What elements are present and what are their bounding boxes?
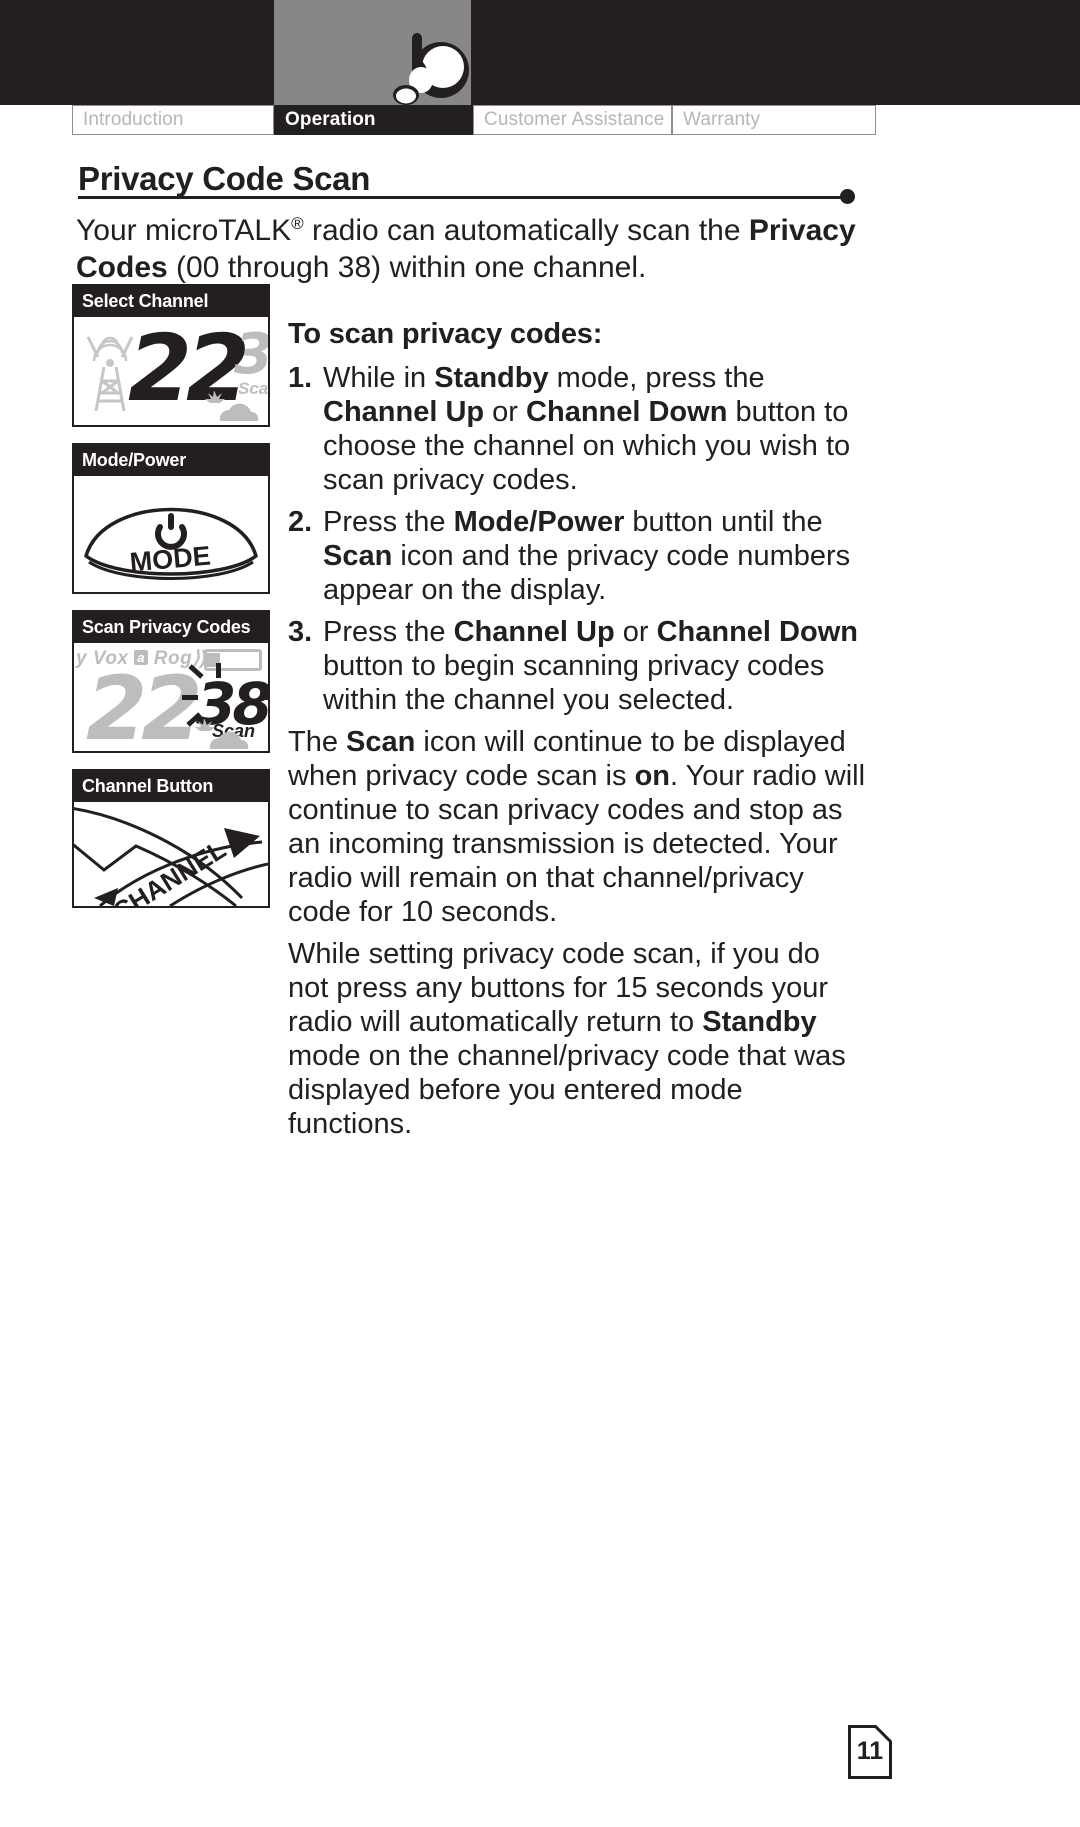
channel-button-illustration: CHANNEL xyxy=(74,802,268,906)
instruction-step: 1. While in Standby mode, press the Chann… xyxy=(288,361,868,497)
intro-paragraph: Your microTALK® radio can automatically … xyxy=(76,205,876,286)
weather-cloud-icon xyxy=(205,391,259,421)
brand-logo-icon xyxy=(393,33,469,105)
body-text: or xyxy=(484,396,527,428)
instruction-step: 3. Press the Channel Up or Channel Down b… xyxy=(288,615,868,717)
body-text: or xyxy=(614,616,657,648)
instructions-column: To scan privacy codes: 1. While in Standb… xyxy=(288,318,868,1149)
battery-icon xyxy=(204,649,262,671)
figure-caption-mode-power: Mode/Power xyxy=(74,445,268,476)
tab-introduction[interactable]: Introduction xyxy=(72,105,274,135)
section-tabs[interactable]: Introduction Operation Customer Assistan… xyxy=(72,105,876,135)
body-text: button to begin scanning privacy codes w… xyxy=(323,650,825,716)
figure-column: Select Channel 22 38 Scan xyxy=(72,284,270,924)
tab-customer-assistance[interactable]: Customer Assistance xyxy=(473,105,672,135)
tab-warranty[interactable]: Warranty xyxy=(672,105,876,135)
body-text: While in xyxy=(323,362,435,394)
emphasis-text: Channel Up xyxy=(453,616,615,648)
tab-operation[interactable]: Operation xyxy=(274,105,473,135)
figure-mode-power: Mode/Power MODE xyxy=(72,443,270,594)
instruction-paragraph: The Scan icon will continue to be displa… xyxy=(288,725,868,929)
instruction-steps: 1. While in Standby mode, press the Chann… xyxy=(288,361,868,717)
intro-mid: radio can automatically scan the xyxy=(303,214,749,247)
step-number: 1. xyxy=(288,362,313,394)
figure-caption-channel-button: Channel Button xyxy=(74,771,268,802)
blink-mark-right xyxy=(260,695,268,700)
figure-channel-button: Channel Button CHANNEL xyxy=(72,769,270,908)
title-rule-dot xyxy=(840,189,855,204)
page-number-badge: 11 xyxy=(848,1725,892,1779)
emphasis-text: Scan xyxy=(346,726,416,758)
intro-lead: Your microTALK xyxy=(76,214,292,247)
emphasis-text: Channel Down xyxy=(656,616,858,648)
emphasis-text: Mode/Power xyxy=(453,506,625,538)
blink-mark-top xyxy=(216,663,221,678)
page-number-value: 11 xyxy=(856,1737,884,1765)
lcd-scan-privacy-codes: y Vox a Rog⟩) 22 38 Scan xyxy=(74,643,268,751)
emphasis-text: Channel Up xyxy=(323,396,485,428)
instruction-step: 2. Press the Mode/Power button until the … xyxy=(288,505,868,607)
lcd-select-channel: 22 38 Scan xyxy=(74,317,268,425)
emphasis-text: Scan xyxy=(323,540,393,572)
instructions-heading: To scan privacy codes: xyxy=(288,318,603,350)
weather-cloud-icon xyxy=(195,719,249,749)
lcd-privacy-code: 38 xyxy=(234,322,268,387)
emphasis-text: on xyxy=(634,760,670,792)
emphasis-text: Standby xyxy=(434,362,549,394)
figure-select-channel: Select Channel 22 38 Scan xyxy=(72,284,270,427)
mode-power-illustration: MODE xyxy=(74,476,268,592)
title-rule xyxy=(78,196,848,199)
body-text: Press the xyxy=(323,616,454,648)
step-number: 2. xyxy=(288,506,313,538)
body-text: button until the xyxy=(624,506,823,538)
header-band xyxy=(0,0,1080,105)
blink-mark-left xyxy=(182,695,198,700)
instruction-paragraphs: The Scan icon will continue to be displa… xyxy=(288,725,868,1141)
step-number: 3. xyxy=(288,616,313,648)
instruction-paragraph: While setting privacy code scan, if you … xyxy=(288,937,868,1141)
body-text: mode on the channel/privacy code that wa… xyxy=(288,1040,846,1140)
body-text: The xyxy=(288,726,347,758)
intro-tail: (00 through 38) within one channel. xyxy=(167,251,647,284)
figure-scan-privacy-codes: Scan Privacy Codes y Vox a Rog⟩) 22 38 S… xyxy=(72,610,270,753)
page-title: Privacy Code Scan xyxy=(78,160,371,197)
lcd-channel-number: 22 xyxy=(86,657,202,752)
figure-caption-scan-privacy-codes: Scan Privacy Codes xyxy=(74,612,268,643)
emphasis-text: Channel Down xyxy=(526,396,728,428)
body-text: icon and the privacy code numbers appear… xyxy=(323,540,851,606)
body-text: Press the xyxy=(323,506,454,538)
registered-mark: ® xyxy=(291,214,304,233)
figure-caption-select-channel: Select Channel xyxy=(74,286,268,317)
body-text: mode, press the xyxy=(548,362,765,394)
emphasis-text: Standby xyxy=(702,1006,817,1038)
